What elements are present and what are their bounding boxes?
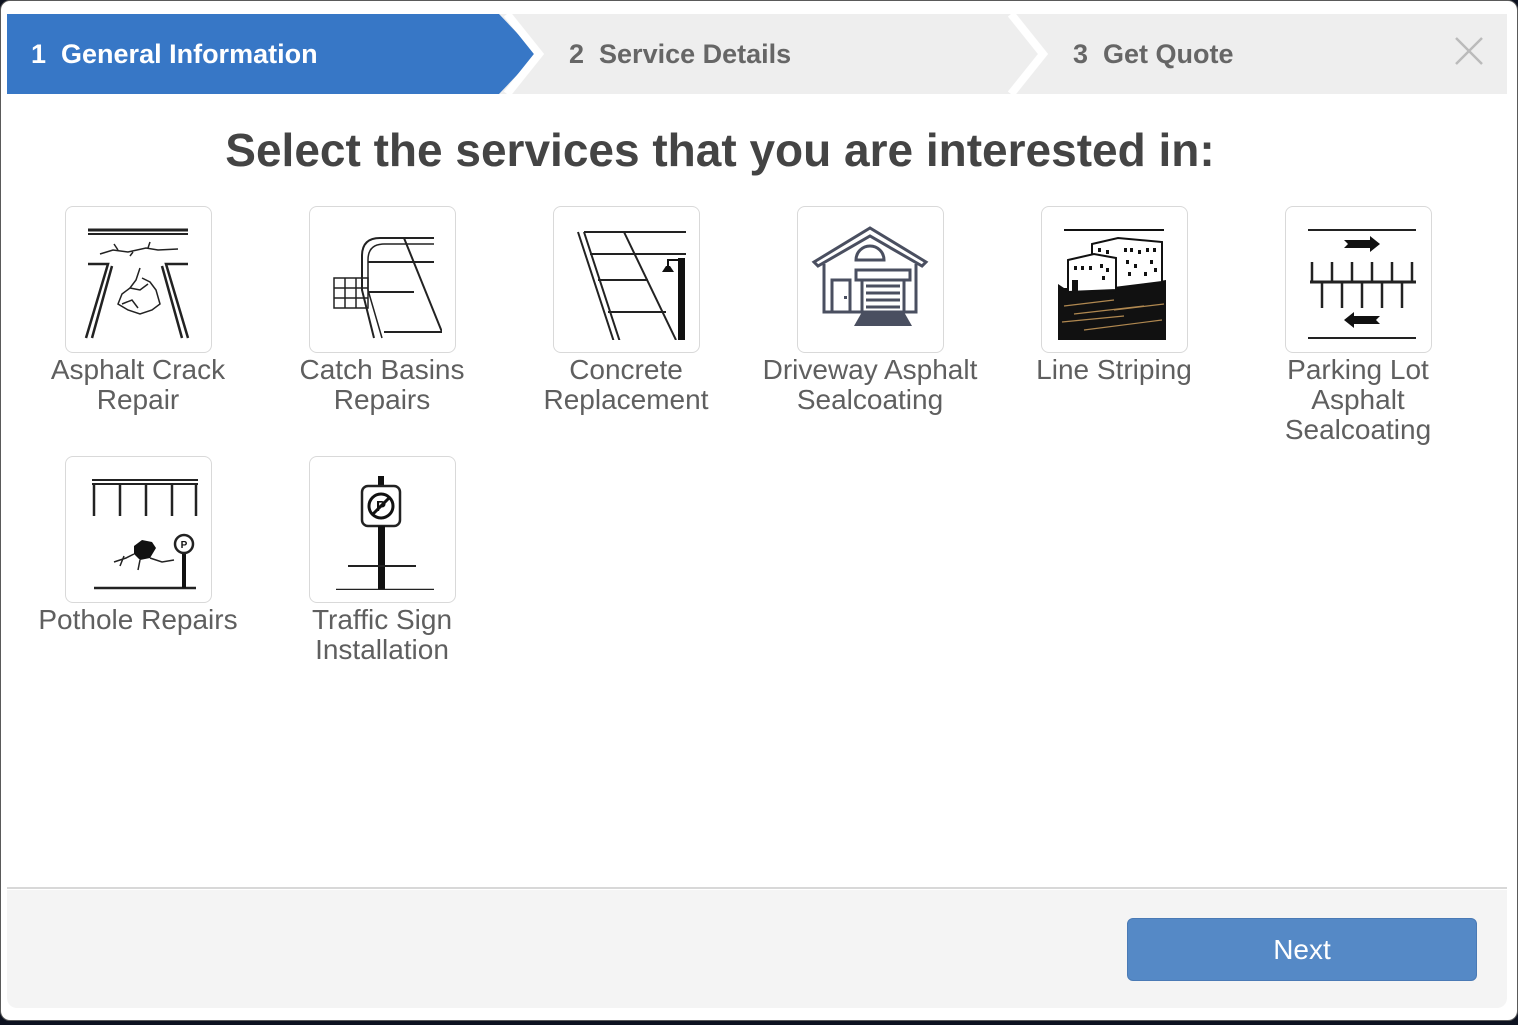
footer-divider <box>7 887 1507 889</box>
service-label: Line Striping <box>1036 354 1192 385</box>
step-number: 2 <box>569 38 585 69</box>
service-driveway-asphalt-sealcoating[interactable]: Driveway Asphalt Sealcoating <box>760 206 980 415</box>
service-tile[interactable] <box>1040 206 1188 353</box>
wizard-steps: 1 General Information 2 Service Details … <box>7 14 1507 94</box>
page-title: Select the services that you are interes… <box>225 124 1215 176</box>
parking-lot-icon <box>1308 228 1416 339</box>
service-parking-lot-asphalt-sealcoating[interactable]: Parking Lot Asphalt Sealcoating <box>1248 206 1468 445</box>
quote-wizard-modal: 1 General Information 2 Service Details … <box>0 0 1518 1021</box>
service-label: Concrete Replacement <box>543 354 709 415</box>
service-tile[interactable]: P <box>64 456 212 603</box>
service-tile[interactable] <box>1284 206 1432 353</box>
catch-basin-icon <box>333 236 442 338</box>
service-tile[interactable]: P <box>308 456 456 603</box>
close-icon[interactable] <box>1452 34 1486 68</box>
step-label: Service Details <box>599 38 792 69</box>
next-button[interactable]: Next <box>1127 918 1477 981</box>
step-number: 1 <box>31 38 47 69</box>
service-label: Driveway Asphalt Sealcoating <box>762 354 978 415</box>
asphalt-crack-icon <box>84 228 190 338</box>
step-general-information[interactable]: 1 General Information <box>7 14 537 94</box>
house-garage-icon <box>811 225 929 326</box>
service-asphalt-crack-repair[interactable]: Asphalt Crack Repair <box>28 206 248 415</box>
service-pothole-repairs[interactable]: P Pothole Repairs <box>28 456 248 635</box>
step-number: 3 <box>1073 38 1089 69</box>
service-line-striping[interactable]: Line Striping <box>1004 206 1224 385</box>
pothole-icon: P <box>92 478 198 589</box>
no-parking-sign-icon: P <box>336 475 434 590</box>
svg-text:P: P <box>181 540 188 551</box>
step-separator-icon <box>503 14 545 94</box>
service-tile[interactable] <box>796 206 944 353</box>
service-label: Asphalt Crack Repair <box>50 354 226 415</box>
service-tile[interactable] <box>552 206 700 353</box>
buildings-icon <box>1058 228 1166 340</box>
service-label: Pothole Repairs <box>38 604 238 635</box>
service-label: Catch Basins Repairs <box>299 354 465 415</box>
service-tile[interactable] <box>308 206 456 353</box>
service-tile[interactable] <box>64 206 212 353</box>
service-concrete-replacement[interactable]: Concrete Replacement <box>516 206 736 415</box>
service-catch-basins-repairs[interactable]: Catch Basins Repairs <box>272 206 492 415</box>
step-label: Get Quote <box>1103 38 1234 69</box>
service-label: Parking Lot Asphalt Sealcoating <box>1284 354 1432 445</box>
step-service-details[interactable]: 2 Service Details <box>569 14 791 94</box>
service-label: Traffic Sign Installation <box>311 604 453 665</box>
step-label: General Information <box>61 38 318 69</box>
step-separator-icon <box>1007 14 1049 94</box>
concrete-sidewalk-icon <box>577 230 686 340</box>
step-get-quote[interactable]: 3 Get Quote <box>1073 14 1234 94</box>
service-traffic-sign-installation[interactable]: P Traffic Sign Installation <box>272 456 492 665</box>
